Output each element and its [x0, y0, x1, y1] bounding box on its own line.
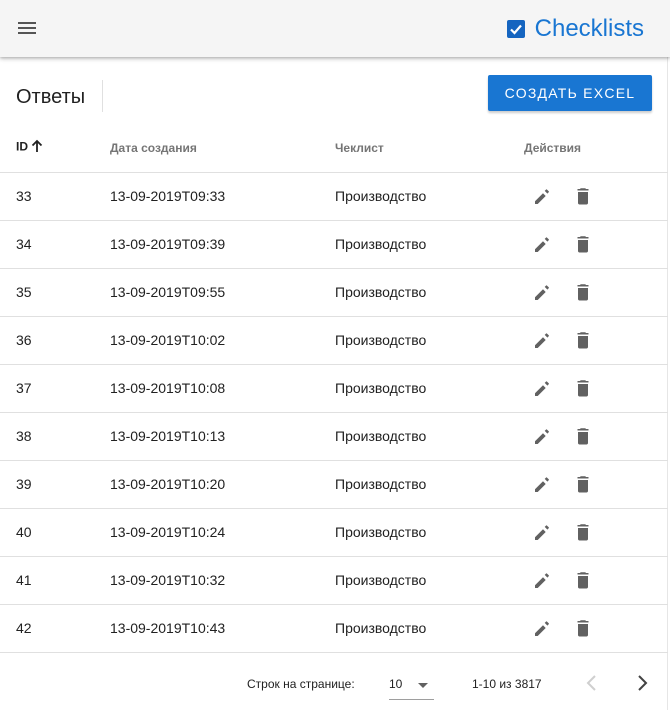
cell-created-date: 13-09-2019T09:33: [110, 172, 335, 221]
cell-created-date: 13-09-2019T10:13: [110, 412, 335, 461]
cell-created-date: 13-09-2019T09:55: [110, 268, 335, 317]
pencil-icon[interactable]: [531, 568, 555, 592]
cell-id: 37: [0, 364, 110, 413]
trash-icon[interactable]: [571, 376, 595, 400]
page-title: Ответы: [16, 86, 86, 108]
cell-id: 36: [0, 316, 110, 365]
pencil-icon[interactable]: [531, 376, 555, 400]
table-row[interactable]: 35 13-09-2019T09:55 Производство: [0, 268, 668, 317]
table-toolbar: Ответы Создать EXCEL: [0, 57, 668, 123]
table-row[interactable]: 36 13-09-2019T10:02 Производство: [0, 316, 668, 365]
cell-id: 39: [0, 460, 110, 509]
table-header-row: ID Дата создания Чеклист Действия: [0, 124, 668, 173]
table-row[interactable]: 34 13-09-2019T09:39 Производство: [0, 220, 668, 269]
cell-id: 38: [0, 412, 110, 461]
cell-actions: [515, 556, 668, 605]
page-range: 1-10 из 3817: [472, 677, 542, 691]
cell-checklist: Производство: [335, 412, 515, 461]
pencil-icon[interactable]: [531, 184, 555, 208]
table-row[interactable]: 42 13-09-2019T10:43 Производство: [0, 604, 668, 653]
cell-checklist: Производство: [335, 364, 515, 413]
header-checklist[interactable]: Чеклист: [335, 124, 515, 173]
table-row[interactable]: 40 13-09-2019T10:24 Производство: [0, 508, 668, 557]
pencil-icon[interactable]: [531, 616, 555, 640]
cell-checklist: Производство: [335, 172, 515, 221]
trash-icon[interactable]: [571, 520, 595, 544]
chevron-left-icon[interactable]: [580, 671, 604, 695]
app-bar: Checklists: [0, 0, 670, 57]
answers-table: ID Дата создания Чеклист Действия 33 13-0…: [0, 124, 668, 653]
trash-icon[interactable]: [571, 232, 595, 256]
table-row[interactable]: 38 13-09-2019T10:13 Производство: [0, 412, 668, 461]
cell-actions: [515, 220, 668, 269]
cell-checklist: Производство: [335, 220, 515, 269]
trash-icon[interactable]: [571, 472, 595, 496]
pagination: Строк на странице: 10 1-10 из 3817: [0, 658, 668, 710]
pencil-icon[interactable]: [531, 328, 555, 352]
menu-icon[interactable]: [14, 15, 42, 43]
title-divider: [102, 80, 103, 112]
cell-created-date: 13-09-2019T09:39: [110, 220, 335, 269]
cell-actions: [515, 172, 668, 221]
cell-checklist: Производство: [335, 508, 515, 557]
table-body: 33 13-09-2019T09:33 Производство 34 13-09-20…: [0, 172, 668, 653]
cell-id: 34: [0, 220, 110, 269]
cell-id: 42: [0, 604, 110, 653]
chevron-right-icon[interactable]: [630, 671, 654, 695]
trash-icon[interactable]: [571, 616, 595, 640]
cell-actions: [515, 604, 668, 653]
header-created-date[interactable]: Дата создания: [110, 124, 335, 173]
table-row[interactable]: 33 13-09-2019T09:33 Производство: [0, 172, 668, 221]
cell-checklist: Производство: [335, 268, 515, 317]
pencil-icon[interactable]: [531, 424, 555, 448]
cell-created-date: 13-09-2019T10:02: [110, 316, 335, 365]
cell-actions: [515, 412, 668, 461]
cell-actions: [515, 460, 668, 509]
pencil-icon[interactable]: [531, 520, 555, 544]
header-actions: Действия: [515, 124, 668, 173]
cell-created-date: 13-09-2019T10:32: [110, 556, 335, 605]
header-id[interactable]: ID: [0, 124, 110, 173]
cell-checklist: Производство: [335, 556, 515, 605]
cell-checklist: Производство: [335, 460, 515, 509]
arrow-up-icon: [30, 139, 44, 156]
trash-icon[interactable]: [571, 568, 595, 592]
cell-checklist: Производство: [335, 604, 515, 653]
cell-actions: [515, 364, 668, 413]
cell-id: 35: [0, 268, 110, 317]
cell-actions: [515, 508, 668, 557]
trash-icon[interactable]: [571, 328, 595, 352]
cell-actions: [515, 316, 668, 365]
cell-actions: [515, 268, 668, 317]
rows-per-page-select[interactable]: 10: [389, 670, 434, 700]
checkbox-checked-icon: [506, 20, 525, 38]
table-row[interactable]: 41 13-09-2019T10:32 Производство: [0, 556, 668, 605]
cell-id: 40: [0, 508, 110, 557]
cell-created-date: 13-09-2019T10:24: [110, 508, 335, 557]
cell-created-date: 13-09-2019T10:20: [110, 460, 335, 509]
brand: Checklists: [506, 14, 644, 44]
trash-icon[interactable]: [571, 280, 595, 304]
trash-icon[interactable]: [571, 184, 595, 208]
cell-created-date: 13-09-2019T10:43: [110, 604, 335, 653]
rows-per-page-label: Строк на странице:: [247, 677, 355, 691]
create-excel-button[interactable]: Создать EXCEL: [488, 75, 652, 111]
table-row[interactable]: 37 13-09-2019T10:08 Производство: [0, 364, 668, 413]
table-row[interactable]: 39 13-09-2019T10:20 Производство: [0, 460, 668, 509]
rows-per-page-value: 10: [389, 677, 403, 691]
pencil-icon[interactable]: [531, 232, 555, 256]
cell-created-date: 13-09-2019T10:08: [110, 364, 335, 413]
pencil-icon[interactable]: [531, 472, 555, 496]
header-id-label: ID: [16, 139, 28, 154]
cell-checklist: Производство: [335, 316, 515, 365]
app-title: Checklists: [534, 15, 644, 42]
cell-id: 41: [0, 556, 110, 605]
cell-id: 33: [0, 172, 110, 221]
caret-down-icon: [418, 683, 428, 688]
trash-icon[interactable]: [571, 424, 595, 448]
pencil-icon[interactable]: [531, 280, 555, 304]
